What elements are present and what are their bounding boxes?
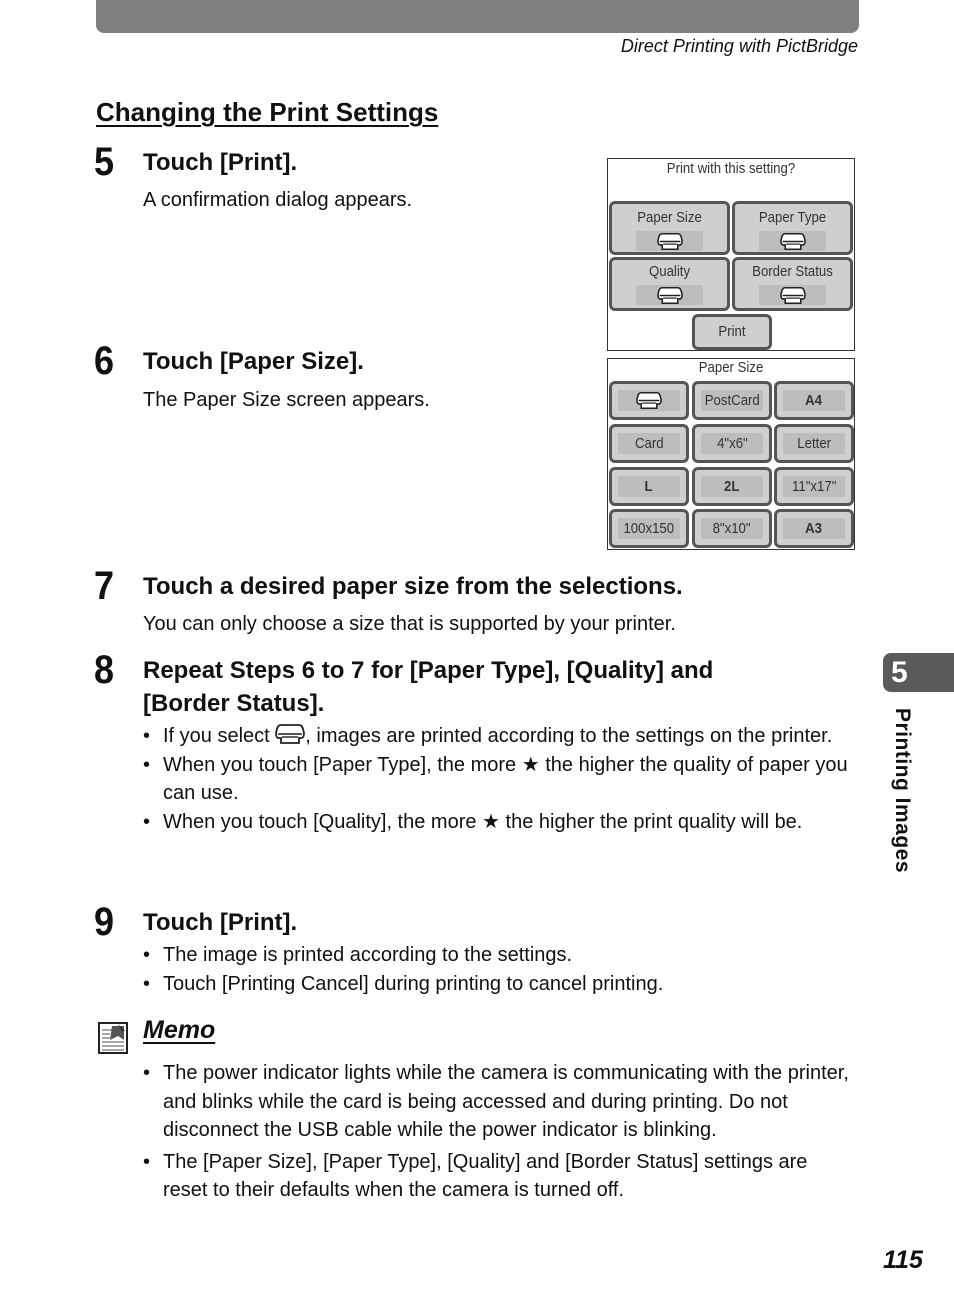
step-body: You can only choose a size that is suppo… [143, 613, 676, 635]
screen-title: Paper Size [698, 359, 764, 376]
option-label: 100x150 [623, 520, 675, 537]
section-title: Changing the Print Settings [96, 97, 439, 127]
paper-size-option[interactable]: A3 [774, 509, 854, 548]
option-label: Card [634, 435, 664, 452]
memo-icon [98, 1022, 128, 1054]
screen-title: Print with this setting? [666, 160, 796, 177]
step-8-bullets: If you select , images are printed accor… [143, 722, 853, 836]
border-status-button[interactable]: Border Status [732, 257, 853, 311]
step-number: 8 [94, 648, 115, 692]
option-label: L [644, 478, 654, 495]
bullet-text: If you select [163, 725, 276, 747]
printer-icon [779, 232, 807, 251]
button-label: Print [718, 323, 746, 340]
option-bar: A4 [783, 390, 845, 411]
paper-size-option[interactable]: 11"x17" [774, 467, 854, 506]
bullet-item: The image is printed according to the se… [143, 941, 853, 970]
option-bar: A3 [783, 518, 845, 539]
step-number: 6 [94, 339, 115, 383]
option-bar: 11"x17" [783, 476, 845, 497]
printer-icon [635, 391, 663, 410]
option-label: Letter [797, 435, 831, 452]
option-bar: 4"x6" [701, 433, 763, 454]
paper-size-option[interactable]: Card [609, 424, 689, 463]
option-label: 4"x6" [716, 435, 748, 452]
option-bar: 100x150 [618, 518, 680, 539]
step-title: Touch [Print]. [143, 909, 298, 936]
paper-size-option[interactable]: A4 [774, 381, 854, 420]
header-bar [96, 0, 859, 33]
printer-icon [656, 286, 684, 305]
step-number: 7 [94, 564, 115, 608]
option-label: PostCard [704, 392, 760, 409]
option-bar: PostCard [701, 390, 763, 411]
option-label: A4 [805, 392, 823, 409]
option-bar [618, 390, 680, 411]
bullet-item: When you touch [Quality], the more ★ the… [143, 808, 853, 837]
step-9-bullets: The image is printed according to the se… [143, 941, 853, 998]
memo-list: The power indicator lights while the cam… [143, 1059, 853, 1205]
memo-item: The power indicator lights while the cam… [143, 1059, 853, 1145]
paper-size-option[interactable]: PostCard [692, 381, 772, 420]
option-bar: L [618, 476, 680, 497]
step-number: 9 [94, 900, 115, 944]
option-label: 2L [724, 478, 740, 495]
button-label: Paper Type [758, 209, 827, 226]
step-number: 5 [94, 140, 115, 184]
bullet-text: , images are printed according to the se… [305, 725, 833, 747]
page-number: 115 [883, 1246, 923, 1274]
memo-item: The [Paper Size], [Paper Type], [Quality… [143, 1148, 853, 1205]
option-bar: Card [618, 433, 680, 454]
bullet-item: If you select , images are printed accor… [143, 722, 853, 751]
bullet-item: When you touch [Paper Type], the more ★ … [143, 751, 853, 808]
option-bar: Letter [783, 433, 845, 454]
paper-size-option[interactable] [609, 381, 689, 420]
paper-size-screen: Paper Size PostCard A4 Card 4"x6" Letter L 2L 1… [607, 358, 855, 550]
paper-size-option[interactable]: 4"x6" [692, 424, 772, 463]
button-label: Paper Size [637, 209, 702, 226]
paper-size-option[interactable]: Letter [774, 424, 854, 463]
running-head: Direct Printing with PictBridge [620, 36, 858, 56]
step-title: Repeat Steps 6 to 7 for [Paper Type], [Q… [143, 657, 714, 717]
paper-size-option[interactable]: 100x150 [609, 509, 689, 548]
option-label: 11"x17" [791, 478, 837, 495]
memo-title: Memo [143, 1016, 216, 1044]
option-bar: 2L [701, 476, 763, 497]
printer-icon [656, 232, 684, 251]
paper-size-option[interactable]: L [609, 467, 689, 506]
button-label: Quality [648, 263, 691, 280]
paper-size-button[interactable]: Paper Size [609, 201, 730, 255]
chapter-label: Printing Images [891, 708, 914, 874]
button-label: Border Status [752, 263, 833, 280]
printer-icon [275, 723, 305, 745]
bullet-item: Touch [Printing Cancel] during printing … [143, 970, 853, 999]
option-label: 8"x10" [712, 520, 752, 537]
printer-icon [779, 286, 807, 305]
option-label: A3 [805, 520, 823, 537]
print-confirm-screen: Print with this setting? Paper Size Pape… [607, 158, 855, 351]
paper-size-option[interactable]: 2L [692, 467, 772, 506]
option-bar: 8"x10" [701, 518, 763, 539]
paper-size-option[interactable]: 8"x10" [692, 509, 772, 548]
step-title: Touch a desired paper size from the sele… [143, 573, 683, 600]
paper-type-button[interactable]: Paper Type [732, 201, 853, 255]
quality-button[interactable]: Quality [609, 257, 730, 311]
chapter-tab: 5 [883, 653, 954, 692]
